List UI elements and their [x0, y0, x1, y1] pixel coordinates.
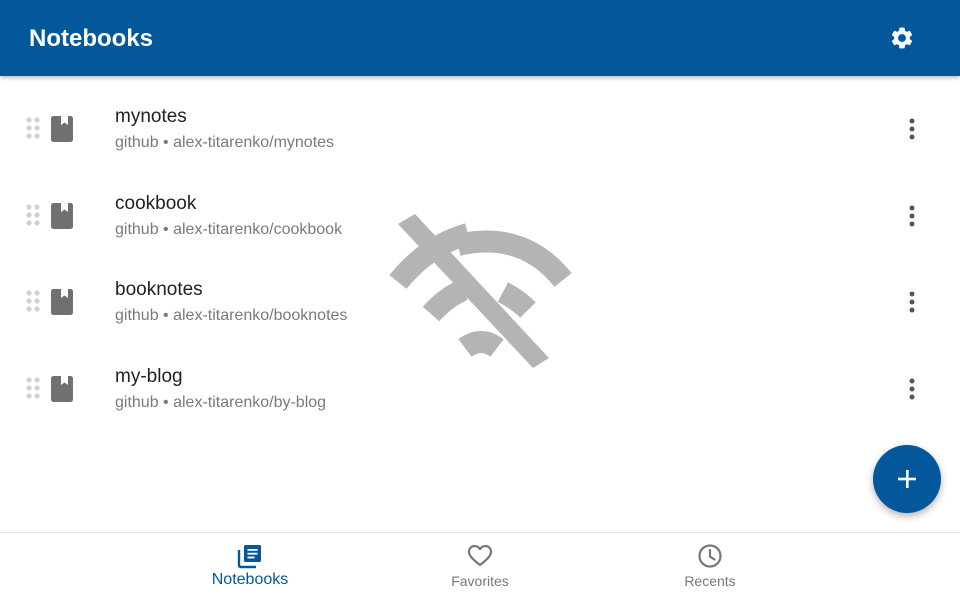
clock-icon — [698, 544, 722, 568]
notebook-source: github • alex-titarenko/by-blog — [115, 393, 327, 411]
notebook-name: booknotes — [115, 279, 203, 300]
page-title: Notebooks — [29, 25, 154, 52]
list-item[interactable]: mynotes github • alex-titarenko/mynotes — [0, 77, 960, 164]
more-vert-icon[interactable] — [909, 205, 915, 227]
more-options-button[interactable] — [898, 115, 926, 143]
drag-handle-icon[interactable] — [26, 117, 40, 139]
nav-label: Notebooks — [211, 571, 289, 588]
book-icon — [51, 289, 73, 315]
book-icon — [51, 116, 73, 142]
app-bar: Notebooks — [0, 0, 960, 76]
nav-label: Recents — [684, 573, 736, 589]
wifi-off-icon — [389, 214, 572, 368]
more-vert-icon[interactable] — [909, 118, 915, 140]
heart-icon — [467, 544, 493, 567]
settings-button[interactable] — [884, 20, 920, 56]
nav-label: Favorites — [451, 573, 509, 589]
book-icon — [51, 202, 73, 229]
drag-handle-icon[interactable] — [26, 203, 40, 226]
more-options-button[interactable] — [898, 375, 926, 403]
plus-icon[interactable] — [896, 468, 918, 490]
bottom-navigation: Notebooks Favorites Recents — [0, 532, 960, 601]
notebook-name: mynotes — [115, 106, 187, 127]
drag-handle-icon[interactable] — [26, 290, 40, 312]
more-vert-icon[interactable] — [909, 291, 915, 313]
notebook-source: github • alex-titarenko/booknotes — [115, 307, 348, 324]
more-vert-icon[interactable] — [909, 378, 915, 400]
add-notebook-button[interactable] — [873, 445, 941, 513]
notebook-source: github • alex-titarenko/cookbook — [115, 220, 343, 238]
notebooks-icon — [237, 545, 261, 569]
drag-handle-icon[interactable] — [26, 376, 40, 399]
notebook-source: github • alex-titarenko/mynotes — [115, 134, 335, 151]
notebook-name: my-blog — [115, 365, 183, 387]
book-icon — [51, 375, 73, 402]
nav-item-recents[interactable]: Recents — [635, 533, 785, 601]
more-options-button[interactable] — [898, 202, 926, 230]
nav-item-notebooks[interactable]: Notebooks — [175, 533, 325, 601]
more-options-button[interactable] — [898, 288, 926, 316]
notebook-name: cookbook — [115, 192, 197, 214]
gear-icon[interactable] — [889, 25, 915, 51]
nav-item-favorites[interactable]: Favorites — [405, 533, 555, 601]
